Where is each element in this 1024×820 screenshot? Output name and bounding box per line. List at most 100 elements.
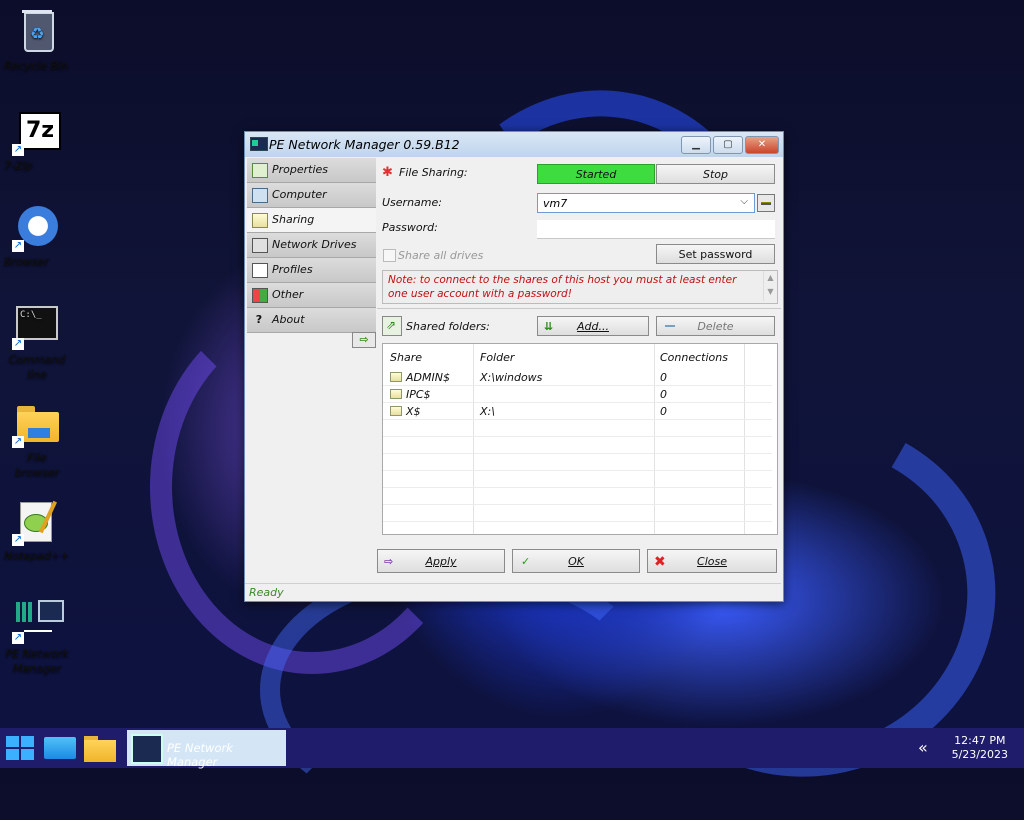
taskbar-file-explorer-button[interactable] bbox=[84, 733, 116, 763]
nav-item-label: Profiles bbox=[272, 263, 313, 276]
close-window-button[interactable]: ✕ bbox=[745, 136, 779, 154]
title-bar[interactable]: PE Network Manager 0.59.B12 ▁ ▢ ✕ bbox=[245, 132, 783, 157]
show-hidden-icons-button[interactable]: « bbox=[918, 738, 928, 757]
question-icon: ? bbox=[255, 313, 263, 326]
nav-item-about[interactable]: ? About bbox=[247, 308, 376, 333]
set-password-button[interactable]: Set password bbox=[656, 244, 775, 264]
window-title: PE Network Manager 0.59.B12 bbox=[269, 137, 460, 152]
desktop-icon-label: Browser bbox=[4, 255, 49, 268]
nav-item-label: Computer bbox=[272, 188, 327, 201]
recycle-bin-icon: ♻ bbox=[14, 8, 60, 54]
password-label: Password: bbox=[382, 221, 438, 234]
maximize-icon: ▢ bbox=[723, 139, 733, 150]
computer-icon bbox=[252, 188, 268, 203]
column-header-share[interactable]: Share bbox=[390, 351, 422, 364]
apply-label: Apply bbox=[425, 555, 457, 568]
nav-item-computer[interactable]: Computer bbox=[247, 183, 376, 208]
note-box: Note: to connect to the shares of this h… bbox=[382, 270, 778, 304]
7zip-icon: 7z ↗ bbox=[12, 108, 61, 156]
start-button[interactable] bbox=[4, 732, 36, 764]
column-header-folder[interactable]: Folder bbox=[480, 351, 514, 364]
scroll-up-icon: ▲ bbox=[767, 273, 774, 282]
desktop-icon-label: 7-Zip bbox=[4, 159, 33, 172]
shortcut-arrow-icon: ↗ bbox=[12, 436, 24, 448]
maximize-button[interactable]: ▢ bbox=[713, 136, 743, 154]
folder-cell: X:\ bbox=[480, 405, 495, 418]
delete-share-button[interactable]: Delete bbox=[656, 316, 775, 336]
close-button[interactable]: ✖ Close bbox=[647, 549, 777, 573]
terminal-icon: C:\_ ↗ bbox=[12, 302, 60, 350]
share-cell: ADMIN$ bbox=[406, 371, 450, 384]
close-label: Close bbox=[697, 555, 727, 568]
collapse-arrow-button[interactable]: ⇨ bbox=[352, 332, 376, 348]
taskbar-app-pe-network-manager[interactable]: PE Network Manager bbox=[127, 730, 286, 769]
nav-item-label: Network Drives bbox=[272, 238, 357, 251]
desktop-icon-command-line[interactable]: C:\_ ↗ Command line bbox=[4, 302, 70, 381]
desktop-icon-7zip[interactable]: 7z ↗ 7-Zip bbox=[4, 108, 70, 172]
password-field[interactable] bbox=[537, 220, 775, 239]
folder-cell: X:\windows bbox=[480, 371, 543, 384]
close-icon: ✕ bbox=[757, 139, 767, 150]
clock[interactable]: 12:47 PM 5/23/2023 bbox=[952, 734, 1008, 762]
minus-icon bbox=[665, 325, 675, 327]
chevron-down-icon[interactable]: ⌵ bbox=[740, 196, 748, 207]
arrow-right-icon: ⇨ bbox=[384, 555, 394, 568]
notepadpp-icon: ↗ bbox=[12, 498, 60, 546]
folder-icon bbox=[390, 406, 402, 416]
note-text: Note: to connect to the shares of this h… bbox=[388, 274, 737, 300]
shortcut-arrow-icon: ↗ bbox=[12, 338, 24, 350]
remove-user-button[interactable] bbox=[757, 194, 775, 212]
nav-item-profiles[interactable]: Profiles bbox=[247, 258, 376, 283]
column-header-connections[interactable]: Connections bbox=[660, 351, 728, 364]
sharing-panel: ✱ File Sharing: Started Stop Username: v… bbox=[377, 158, 781, 583]
desktop-icon-label: Command line bbox=[8, 353, 66, 381]
pe-network-manager-window: PE Network Manager 0.59.B12 ▁ ▢ ✕ Proper… bbox=[244, 131, 784, 602]
add-share-button[interactable]: ⇊ Add... bbox=[537, 316, 649, 336]
desktop-icon-file-browser[interactable]: ↗ File browser bbox=[4, 400, 70, 479]
shortcut-arrow-icon: ↗ bbox=[12, 632, 24, 644]
desktop-icon-label: PE Network Manager bbox=[5, 647, 69, 675]
monitor-icon bbox=[44, 737, 76, 759]
clock-time: 12:47 PM bbox=[954, 734, 1006, 747]
clock-date: 5/23/2023 bbox=[951, 748, 1008, 761]
browser-icon: ↗ bbox=[12, 204, 60, 252]
network-manager-icon bbox=[131, 734, 163, 764]
connections-cell: 0 bbox=[660, 405, 667, 418]
username-label: Username: bbox=[382, 196, 442, 209]
double-chevron-down-icon: ⇊ bbox=[544, 320, 554, 333]
nav-item-label: Other bbox=[272, 288, 304, 301]
network-drive-icon bbox=[252, 238, 268, 253]
add-button-label: Add... bbox=[577, 320, 609, 333]
username-combobox[interactable]: vm7 ⌵ bbox=[537, 193, 755, 213]
profiles-icon bbox=[252, 263, 268, 278]
nav-item-other[interactable]: Other bbox=[247, 283, 376, 308]
minimize-button[interactable]: ▁ bbox=[681, 136, 711, 154]
share-all-drives-checkbox[interactable] bbox=[383, 249, 396, 262]
shared-folders-table[interactable]: Share Folder Connections ADMIN$ X:\windo… bbox=[382, 343, 778, 535]
apply-button[interactable]: ⇨ Apply bbox=[377, 549, 505, 573]
desktop-icon-recycle-bin[interactable]: ♻ Recycle Bin bbox=[4, 8, 70, 72]
shortcut-arrow-icon: ↗ bbox=[12, 144, 24, 156]
taskbar-desktop-button[interactable] bbox=[44, 734, 76, 762]
other-icon bbox=[252, 288, 268, 303]
ok-label: OK bbox=[568, 555, 584, 568]
desktop-icon-label: Recycle Bin bbox=[4, 59, 68, 72]
app-icon bbox=[250, 137, 268, 151]
close-x-icon: ✖ bbox=[654, 554, 666, 570]
ok-button[interactable]: ✓ OK bbox=[512, 549, 640, 573]
nav-item-network-drives[interactable]: Network Drives bbox=[247, 233, 376, 258]
desktop-icon-notepadpp[interactable]: ↗ Notepad++ bbox=[4, 498, 70, 562]
share-cell: X$ bbox=[406, 405, 421, 418]
note-scrollbar[interactable]: ▲ ▼ bbox=[763, 271, 777, 301]
stop-button[interactable]: Stop bbox=[656, 164, 775, 184]
desktop-icon-pe-network-manager[interactable]: ↗ PE Network Manager bbox=[4, 596, 70, 675]
double-chevron-left-icon: « bbox=[918, 738, 928, 757]
nav-item-sharing[interactable]: Sharing bbox=[247, 208, 376, 233]
nav-item-properties[interactable]: Properties bbox=[247, 158, 376, 183]
started-button[interactable]: Started bbox=[537, 164, 655, 184]
desktop-icon-browser[interactable]: ↗ Browser bbox=[4, 204, 70, 268]
shared-folders-label: Shared folders: bbox=[406, 320, 490, 333]
minimize-icon: ▁ bbox=[692, 139, 700, 150]
shortcut-arrow-icon: ↗ bbox=[12, 240, 24, 252]
sidebar-nav: Properties Computer Sharing Network Driv… bbox=[247, 158, 376, 583]
